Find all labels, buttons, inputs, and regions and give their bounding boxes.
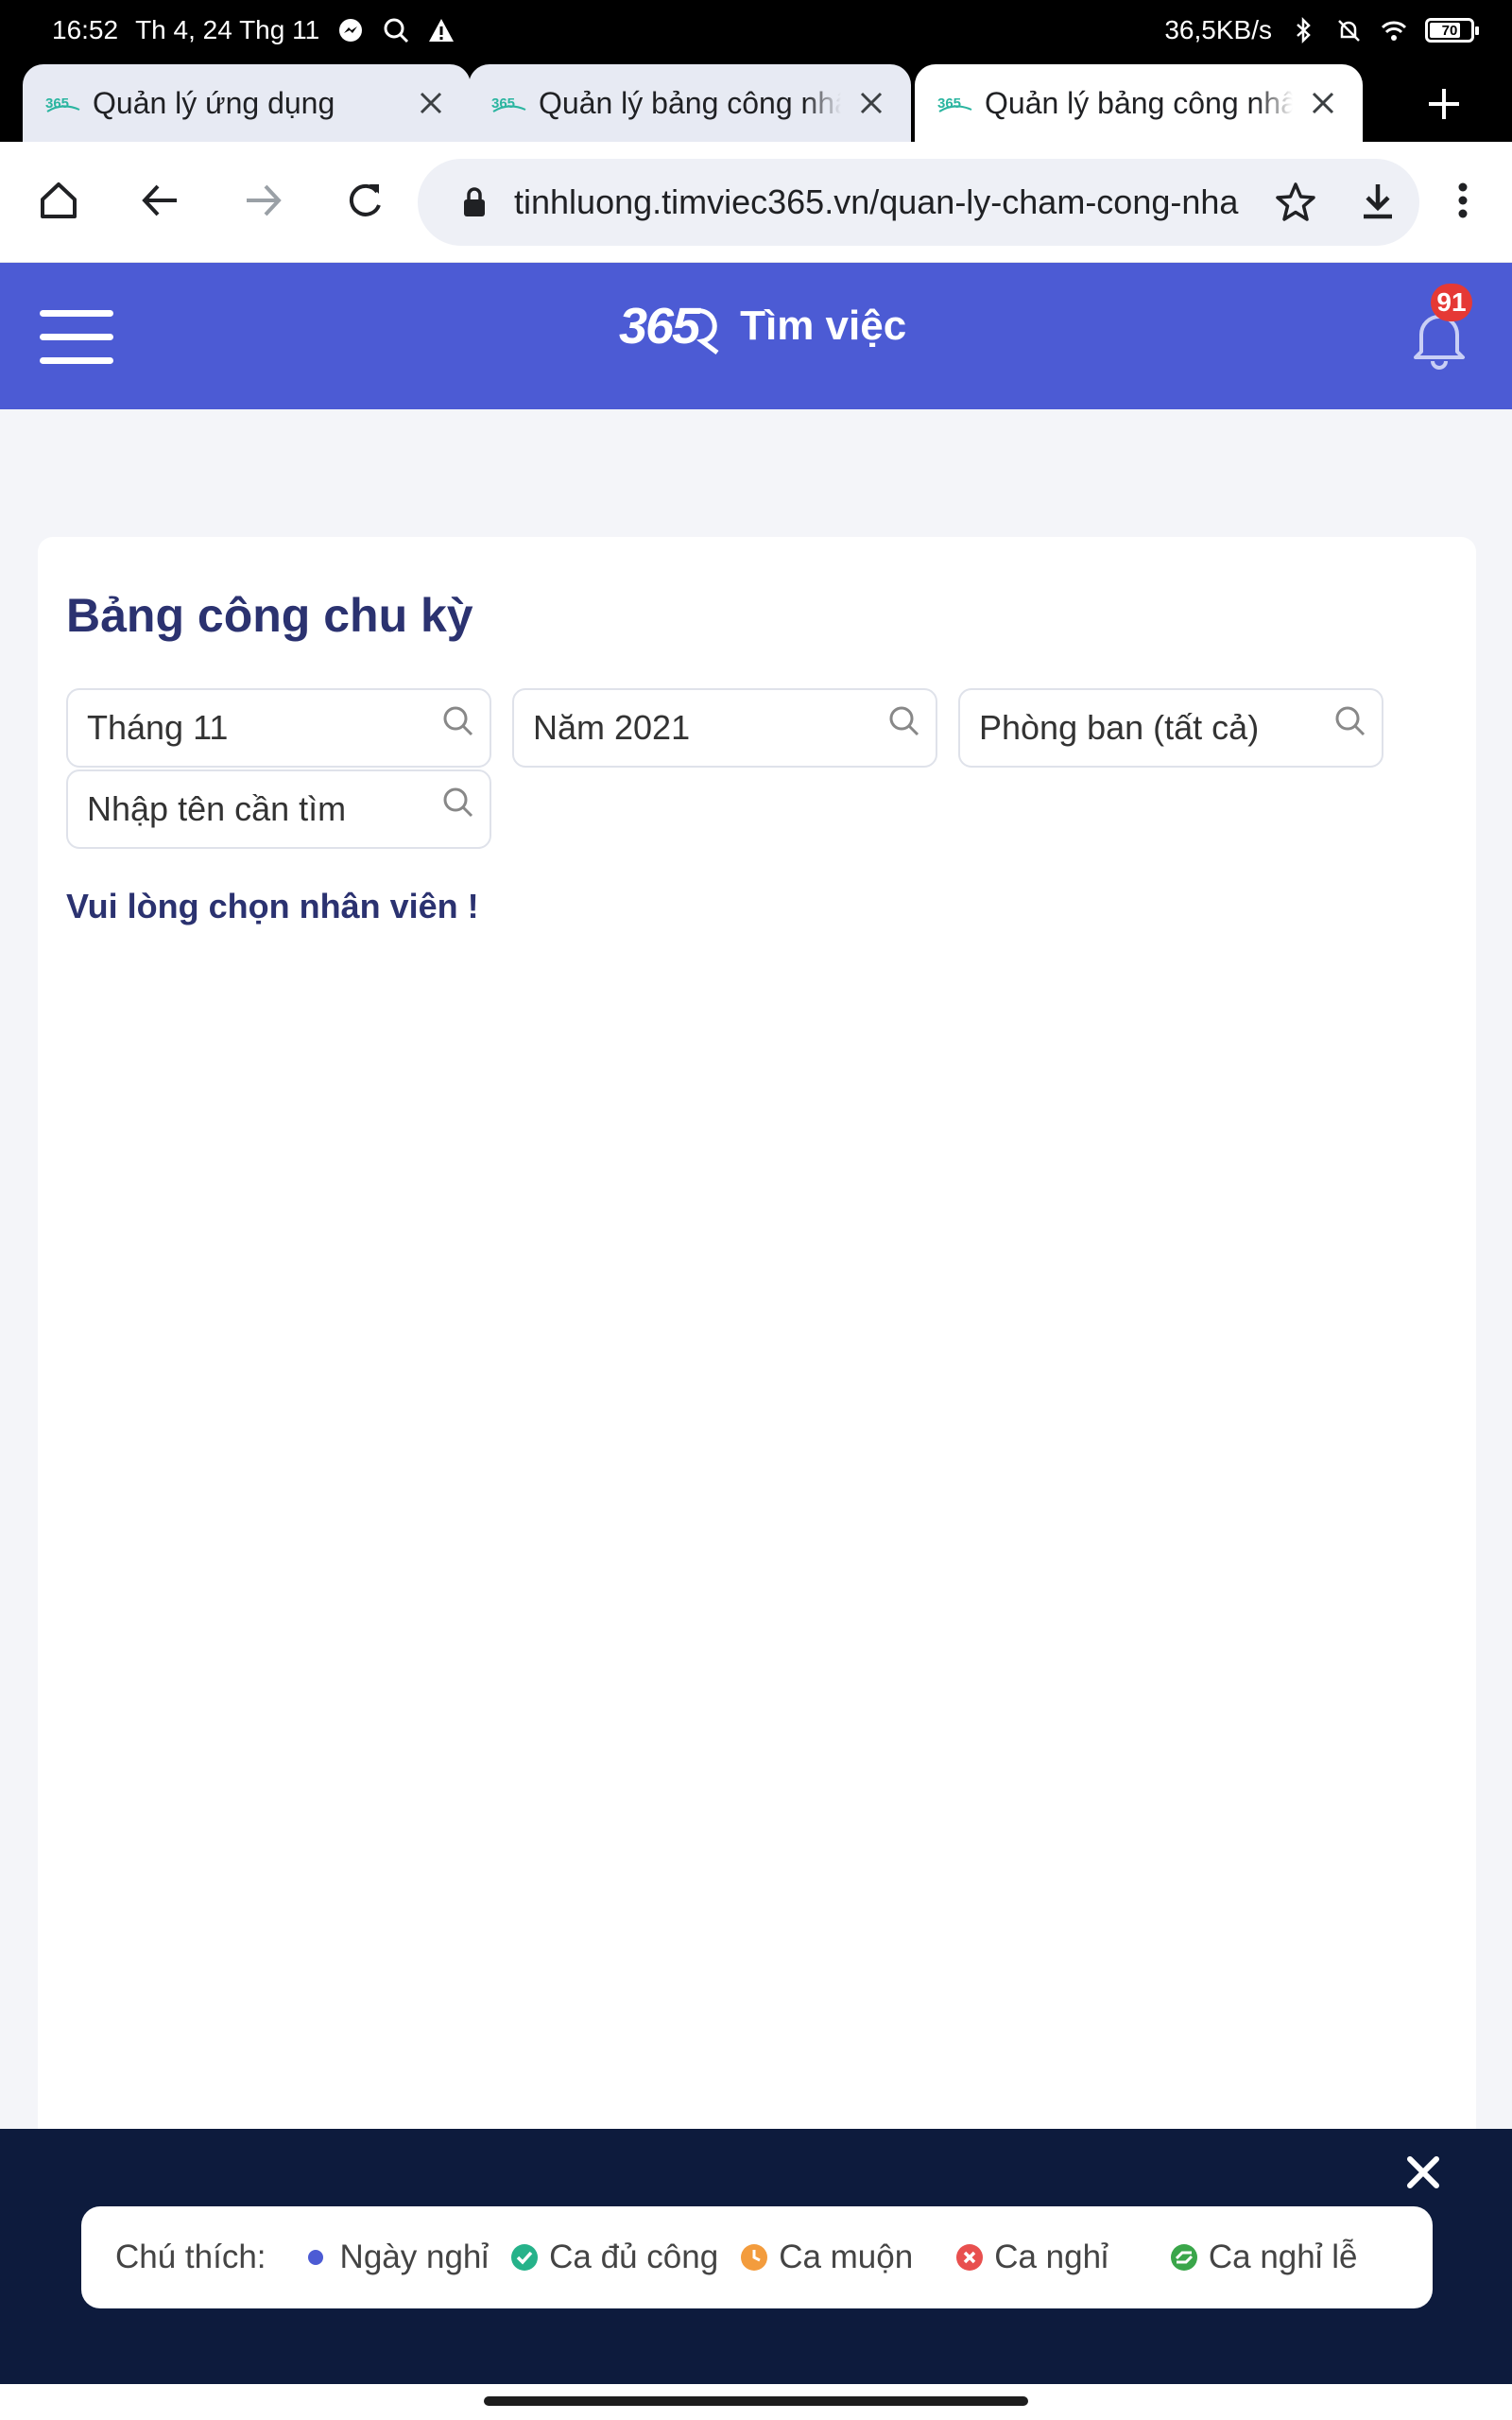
holiday-icon — [1170, 2244, 1197, 2271]
menu-hamburger-icon[interactable] — [40, 310, 113, 365]
legend-panel: Chú thích: Ngày nghỉ Ca đủ công Ca muộn … — [81, 2206, 1433, 2308]
legend-item-full-shift: Ca đủ công — [509, 2238, 718, 2276]
legend-item-absent-shift: Ca nghỉ — [954, 2238, 1108, 2276]
clock-icon — [741, 2244, 768, 2271]
home-button[interactable] — [32, 174, 85, 227]
tab-2[interactable]: 365 Quản lý bảng công nhân — [469, 64, 911, 142]
legend-item-late-shift: Ca muộn — [739, 2238, 913, 2276]
forward-button[interactable] — [236, 174, 289, 227]
search-icon — [443, 787, 473, 818]
month-value: Tháng 11 — [87, 708, 229, 747]
bluetooth-icon — [1297, 16, 1311, 44]
back-arrow-icon — [142, 184, 177, 216]
dot-icon — [307, 2250, 323, 2265]
network-speed: 36,5KB/s — [1164, 15, 1272, 44]
x-circle-icon — [956, 2244, 984, 2271]
legend-item-label: Ngày nghỉ — [339, 2238, 490, 2275]
tab-3-title: Quản lý bảng công nhân — [985, 85, 1293, 120]
download-button[interactable] — [1351, 174, 1404, 227]
new-tab-plus-icon[interactable] — [1425, 85, 1463, 123]
site-favicon-icon: 365 — [45, 95, 80, 112]
status-bar: 16:52 Th 4, 24 Thg 11 36,5KB/s 70 — [0, 0, 1512, 60]
employee-search-input[interactable]: Nhập tên cần tìm — [66, 769, 491, 849]
legend-item-label: Ca đủ công — [549, 2238, 719, 2275]
site-logo[interactable]: 365 Tìm việc — [619, 297, 906, 355]
check-circle-icon — [511, 2244, 539, 2271]
logo-text: Tìm việc — [740, 302, 907, 349]
employee-search-placeholder: Nhập tên cần tìm — [87, 789, 347, 828]
tab-1-close-icon[interactable] — [416, 88, 446, 118]
year-value: Năm 2021 — [533, 708, 691, 747]
reload-button[interactable] — [338, 174, 391, 227]
legend-item-label: Ca nghỉ lễ — [1208, 2238, 1358, 2275]
download-icon — [1364, 184, 1392, 219]
warning-icon — [429, 19, 455, 42]
battery-level: 70 — [1441, 22, 1458, 39]
page-title: Bảng công chu kỳ — [66, 589, 473, 642]
status-date: Th 4, 24 Thg 11 — [135, 15, 320, 44]
status-time: 16:52 — [52, 15, 119, 44]
logo-swoosh-icon — [696, 308, 719, 354]
wifi-icon — [1381, 21, 1407, 41]
department-value: Phòng ban (tất cả) — [979, 708, 1260, 747]
select-employee-notice: Vui lòng chọn nhân viên ! — [66, 887, 479, 925]
tab-3-active[interactable]: 365 Quản lý bảng công nhân — [915, 64, 1363, 142]
tab-1-title: Quản lý ứng dụng — [93, 85, 335, 120]
tab-1[interactable]: 365 Quản lý ứng dụng — [23, 64, 471, 142]
browser-toolbar: tinhluong.timviec365.vn/quan-ly-cham-con… — [0, 142, 1512, 263]
legend-item-label: Ca muộn — [779, 2238, 914, 2275]
mute-bell-icon — [1338, 20, 1360, 42]
department-select[interactable]: Phòng ban (tất cả) — [958, 688, 1383, 768]
legend-label: Chú thích: — [115, 2238, 266, 2275]
site-favicon-icon: 365 — [937, 95, 972, 112]
battery-icon: 70 — [1425, 18, 1479, 43]
reload-icon — [349, 183, 381, 216]
legend-item-label: Ca nghỉ — [994, 2238, 1108, 2275]
lock-icon — [464, 187, 485, 216]
site-header: 365 Tìm việc 91 — [0, 263, 1512, 409]
search-icon — [889, 706, 919, 736]
home-icon — [41, 182, 77, 218]
legend-close-icon[interactable] — [1402, 2152, 1444, 2193]
search-icon — [1335, 706, 1366, 736]
search-icon — [384, 18, 409, 43]
timesheet-card: Bảng công chu kỳ Tháng 11 Năm 2021 Phòng… — [38, 537, 1476, 2144]
legend-bar: Chú thích: Ngày nghỉ Ca đủ công Ca muộn … — [0, 2129, 1512, 2384]
tab-strip: 365 Quản lý ứng dụng 365 Quản lý bảng cô… — [0, 60, 1512, 142]
browser-menu-button[interactable] — [1436, 174, 1489, 227]
svg-text:365: 365 — [45, 95, 69, 112]
svg-text:365: 365 — [491, 95, 515, 112]
tab-2-close-icon[interactable] — [856, 88, 886, 118]
back-button[interactable] — [134, 174, 187, 227]
tab-3-close-icon[interactable] — [1308, 88, 1338, 118]
search-icon — [443, 706, 473, 736]
logo-mark: 365 — [619, 298, 700, 354]
gesture-nav-pill[interactable] — [484, 2396, 1028, 2406]
forward-arrow-icon — [247, 184, 282, 216]
omnibox[interactable]: tinhluong.timviec365.vn/quan-ly-cham-con… — [418, 159, 1419, 246]
svg-text:365: 365 — [937, 95, 961, 112]
messenger-icon — [339, 19, 363, 42]
legend-item-day-off: Ngày nghỉ — [301, 2238, 490, 2276]
year-select[interactable]: Năm 2021 — [512, 688, 937, 768]
url-text[interactable]: tinhluong.timviec365.vn/quan-ly-cham-con… — [514, 182, 1261, 222]
site-favicon-icon: 365 — [491, 95, 526, 112]
month-select[interactable]: Tháng 11 — [66, 688, 491, 768]
tab-2-title: Quản lý bảng công nhân — [539, 85, 841, 120]
more-vert-icon — [1458, 182, 1468, 218]
legend-item-holiday-shift: Ca nghỉ lễ — [1169, 2238, 1358, 2276]
bookmark-star-icon[interactable] — [1274, 181, 1317, 224]
notification-count-badge: 91 — [1431, 284, 1472, 321]
